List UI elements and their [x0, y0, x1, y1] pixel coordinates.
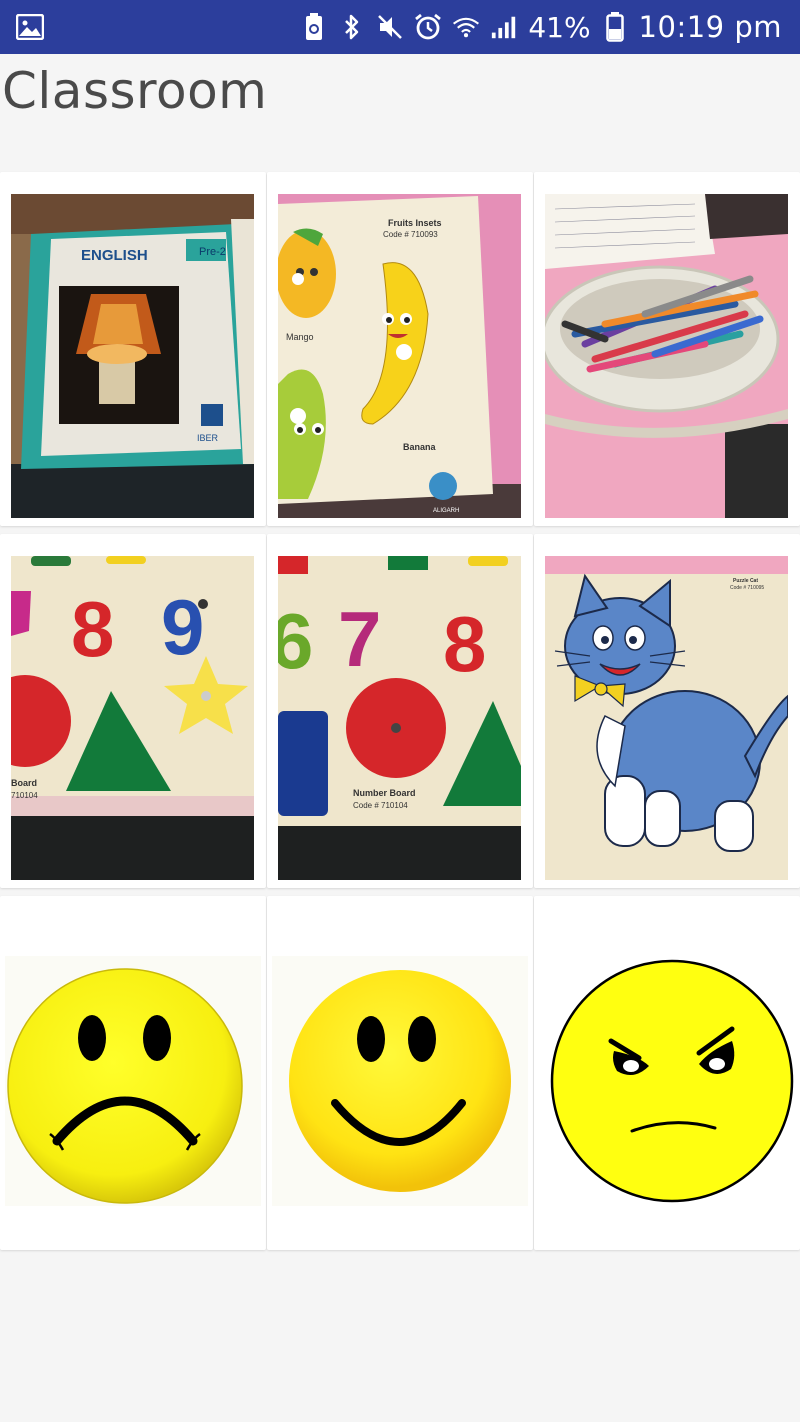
svg-text:9: 9 [161, 583, 204, 671]
sad-face-tile[interactable] [0, 896, 266, 1250]
battery-icon [601, 12, 629, 42]
fruits-puzzle-tile[interactable]: Fruits Insets Code # 710093 Mango Banana… [267, 172, 533, 526]
battery-percent: 41% [528, 10, 591, 44]
angry-face-tile[interactable] [534, 896, 800, 1250]
svg-text:ENGLISH: ENGLISH [81, 247, 148, 264]
cat-puzzle-tile[interactable]: Puzzle Cat Code # 710095 [534, 534, 800, 888]
angry-face-icon [539, 956, 795, 1206]
svg-text:8: 8 [71, 585, 114, 673]
svg-text:6: 6 [278, 597, 313, 685]
svg-text:Code # 710093: Code # 710093 [383, 230, 438, 239]
alarm-icon [414, 13, 442, 41]
number-board-right-image: 6 7 8 Number Board Code # 710104 [278, 556, 521, 880]
svg-text:7: 7 [338, 595, 381, 683]
svg-text:710104: 710104 [11, 791, 38, 800]
english-book-image: Pre-2 ENGLISH IBER [11, 194, 254, 518]
sad-face-icon [5, 956, 261, 1206]
svg-text:Mango: Mango [286, 332, 314, 342]
number-board-right-tile[interactable]: 6 7 8 Number Board Code # 710104 [267, 534, 533, 888]
cat-puzzle-image: Puzzle Cat Code # 710095 [545, 556, 788, 880]
svg-text:Board: Board [11, 778, 37, 788]
svg-text:Code # 710104: Code # 710104 [353, 801, 408, 810]
battery-saver-icon [300, 13, 328, 41]
svg-text:IBER: IBER [197, 433, 219, 443]
svg-text:Puzzle Cat: Puzzle Cat [733, 578, 758, 584]
number-board-left-image: 8 9 Board 710104 [11, 556, 254, 880]
crayons-bowl-tile[interactable] [534, 172, 800, 526]
bluetooth-icon [338, 13, 366, 41]
image-icon [16, 13, 44, 41]
happy-face-icon [272, 956, 528, 1206]
fruits-puzzle-image: Fruits Insets Code # 710093 Mango Banana… [278, 194, 521, 518]
signal-icon [490, 13, 518, 41]
svg-text:Pre-2: Pre-2 [199, 246, 226, 258]
svg-text:Fruits Insets: Fruits Insets [388, 218, 442, 228]
image-grid: Pre-2 ENGLISH IBER Fruits Insets Code # … [0, 172, 800, 1250]
page-title: Classroom [2, 62, 268, 120]
happy-face-tile[interactable] [267, 896, 533, 1250]
mute-icon [376, 13, 404, 41]
svg-text:ALIGARH: ALIGARH [433, 508, 459, 514]
english-book-tile[interactable]: Pre-2 ENGLISH IBER [0, 172, 266, 526]
svg-text:Code # 710095: Code # 710095 [730, 585, 764, 591]
svg-text:Number Board: Number Board [353, 788, 416, 798]
wifi-icon [452, 13, 480, 41]
app-header: Classroom [0, 54, 800, 164]
svg-text:Banana: Banana [403, 442, 437, 452]
status-bar: 41% 10:19 pm [0, 0, 800, 54]
number-board-left-tile[interactable]: 8 9 Board 710104 [0, 534, 266, 888]
svg-text:8: 8 [443, 600, 486, 688]
crayons-bowl-image [545, 194, 788, 518]
clock: 10:19 pm [638, 10, 782, 44]
